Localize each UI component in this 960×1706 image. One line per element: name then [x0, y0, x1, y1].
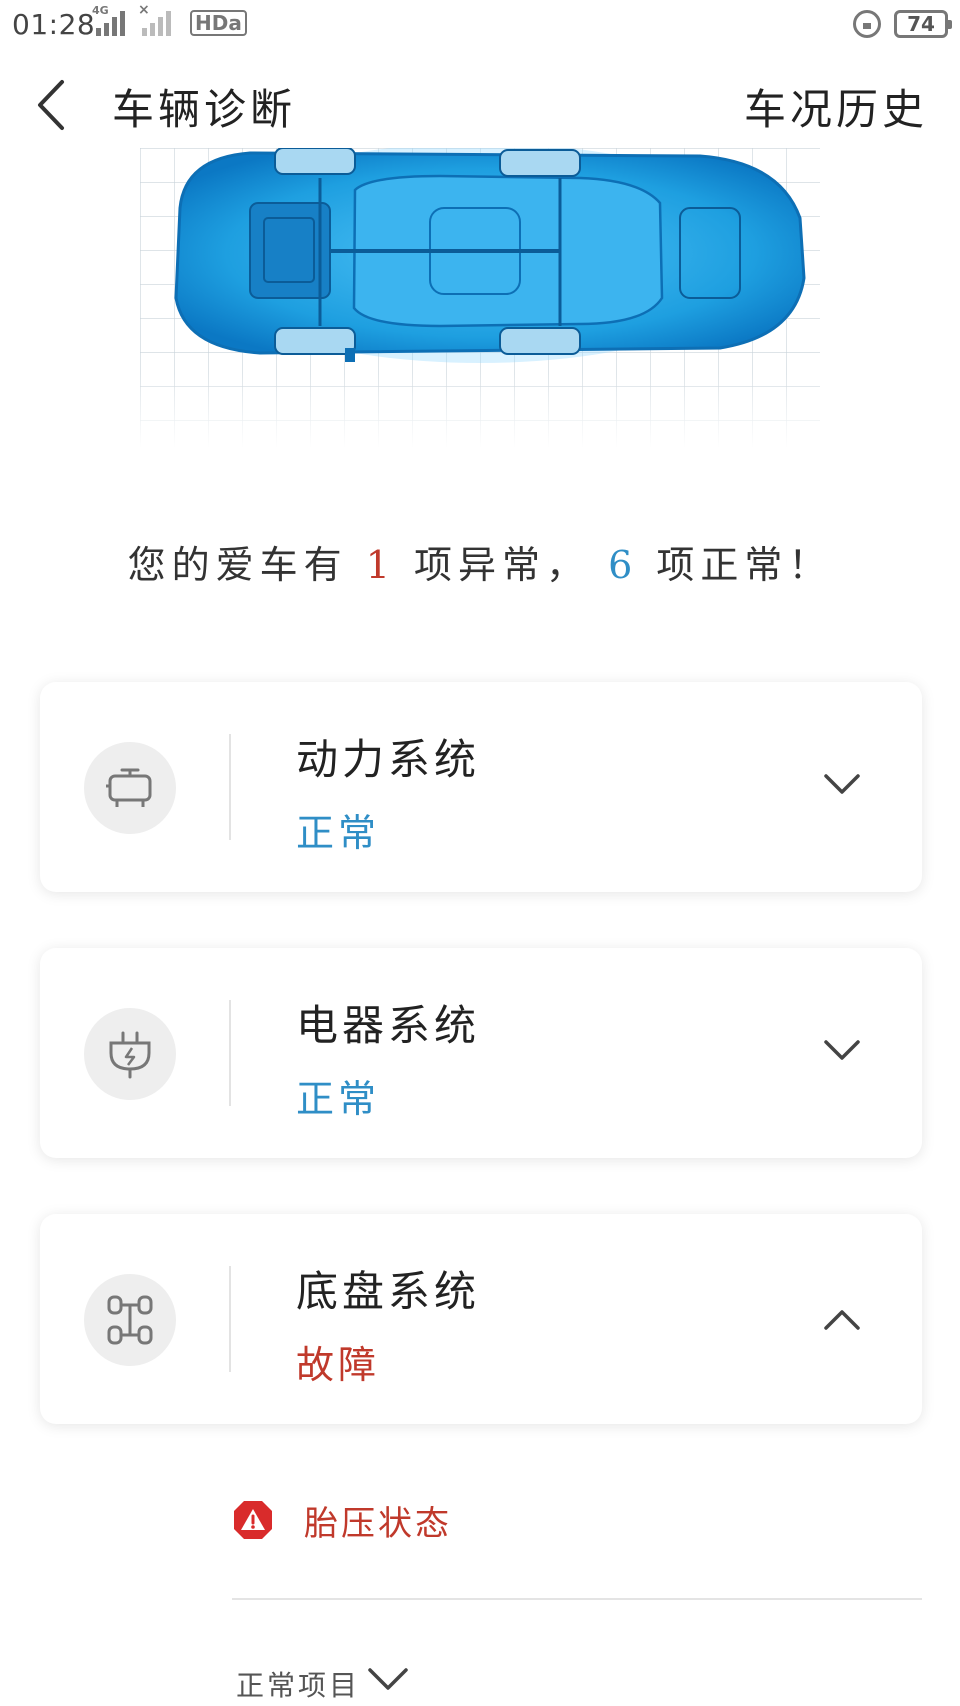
- battery-level: 74: [907, 12, 935, 36]
- card-divider: [229, 1266, 231, 1372]
- plug-icon-wrap: [84, 1008, 176, 1100]
- summary-suffix: 项正常！: [656, 543, 833, 587]
- back-button[interactable]: [30, 70, 80, 140]
- card-divider: [229, 1000, 231, 1106]
- car-diagnosis-illustration: [140, 143, 820, 448]
- vehicle-history-link[interactable]: 车况历史: [744, 76, 928, 137]
- system-card-chassis[interactable]: 底盘系统 故障: [40, 1214, 922, 1424]
- normal-items-toggle[interactable]: 正常项目: [236, 1664, 410, 1704]
- chevron-down-icon[interactable]: [820, 762, 864, 806]
- normal-items-label: 正常项目: [236, 1669, 361, 1702]
- summary-prefix: 您的爱车有: [127, 543, 348, 587]
- chassis-icon-wrap: [84, 1274, 176, 1366]
- back-arrow-icon: [38, 80, 64, 130]
- system-name: 电器系统: [296, 1001, 481, 1050]
- section-divider: [232, 1598, 922, 1600]
- status-time: 01:28: [12, 8, 96, 41]
- system-status: 正常: [296, 1077, 381, 1121]
- plug-icon: [109, 1031, 151, 1079]
- no-signal-mark: ×: [138, 2, 150, 18]
- normal-count: 6: [608, 543, 639, 587]
- system-name: 底盘系统: [296, 1267, 481, 1316]
- system-status: 正常: [296, 811, 381, 855]
- card-divider: [229, 734, 231, 840]
- warning-icon: [234, 1501, 272, 1539]
- summary-middle: 项异常，: [413, 543, 590, 587]
- chevron-down-icon: [368, 1668, 408, 1690]
- system-card-power[interactable]: 动力系统 正常: [40, 682, 922, 892]
- system-card-electrical[interactable]: 电器系统 正常: [40, 948, 922, 1158]
- diagnosis-summary: 您的爱车有 1 项异常， 6 项正常！: [0, 534, 960, 589]
- abnormal-count: 1: [365, 543, 396, 587]
- app-header: 车辆诊断 车况历史: [0, 60, 960, 150]
- page-title: 车辆诊断: [112, 85, 297, 134]
- system-name: 动力系统: [296, 735, 481, 784]
- chevron-up-icon[interactable]: [820, 1298, 864, 1342]
- fault-item-tire-pressure[interactable]: 胎压状态: [232, 1490, 452, 1550]
- engine-icon-wrap: [84, 742, 176, 834]
- chassis-icon: [107, 1295, 153, 1345]
- fault-label: 胎压状态: [304, 1503, 452, 1544]
- system-status: 故障: [296, 1343, 381, 1387]
- battery-icon: 74: [894, 10, 952, 38]
- rotation-lock-icon: [853, 10, 881, 38]
- hd-voice-icon: HDa: [190, 10, 247, 36]
- car-xray-icon: [140, 143, 820, 448]
- engine-icon: [106, 768, 152, 807]
- network-type-label: 4G: [92, 4, 109, 17]
- chevron-down-icon[interactable]: [820, 1028, 864, 1072]
- status-bar: 01:28 4G × HDa 74: [0, 0, 960, 50]
